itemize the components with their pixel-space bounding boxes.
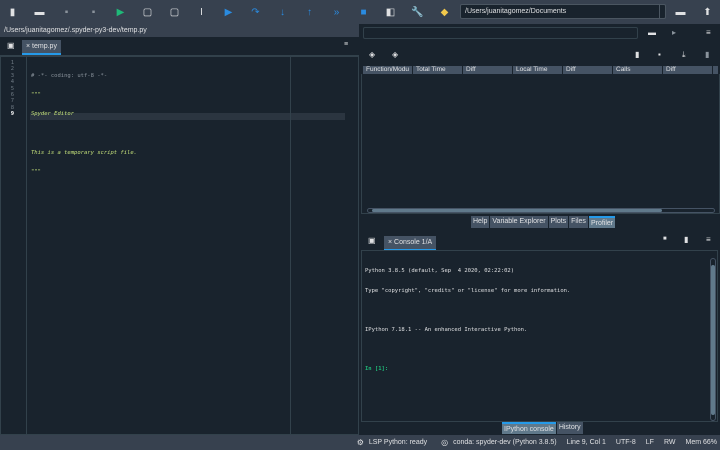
code-editor[interactable]: 1 2 3 4 5 6 7 8 9 # -*- coding: utf-8 -*… [0, 56, 359, 435]
editor-pane: /Users/juanitagomez/.spyder-py3-dev/temp… [0, 24, 359, 435]
memory-usage: Mem 66% [685, 439, 717, 446]
console-output[interactable]: Python 3.8.5 (default, Sep 4 2020, 02:22… [361, 250, 718, 422]
browse-folder-icon[interactable]: ▬ [674, 6, 687, 19]
horizontal-scrollbar[interactable] [367, 208, 715, 213]
step-into-icon[interactable]: ↓ [276, 6, 289, 19]
tab-temp-py[interactable]: × temp.py [22, 40, 61, 55]
maximize-pane-icon[interactable]: ◧ [384, 6, 397, 19]
options-menu-icon[interactable]: ≡ [706, 28, 711, 37]
editor-tabbar: ▣ × temp.py ≡ [0, 37, 359, 56]
column-header[interactable]: Local Time [513, 66, 563, 74]
vertical-scrollbar[interactable] [710, 258, 716, 421]
console-line: Python 3.8.5 (default, Sep 4 2020, 02:22… [365, 268, 515, 274]
run-cell-advance-icon[interactable]: ▢ [168, 6, 181, 19]
python-path-icon[interactable]: ◆ [438, 6, 451, 19]
code-line: This is a temporary script file. [31, 149, 137, 156]
file-encoding: UTF-8 [615, 439, 636, 446]
file-permissions: RW [663, 439, 676, 446]
select-file-icon[interactable]: ▬ [648, 28, 656, 37]
working-directory-input[interactable]: /Users/juanitagomez/Documents [460, 4, 666, 19]
lsp-icon: ⚙ [356, 438, 364, 447]
ipython-console-pane: ▣ × Console 1/A ■ ▮ ≡ Python 3.8.5 (defa… [361, 230, 720, 435]
tab-help[interactable]: Help [471, 216, 490, 228]
status-bar: ⚙ LSP Python: ready ◎ conda: spyder-dev … [0, 435, 720, 450]
tab-files[interactable]: Files [569, 216, 588, 228]
run-profiler-icon[interactable]: ▸ [672, 28, 676, 37]
top-pane-tabs: Help Variable Explorer Plots Files Profi… [471, 216, 616, 228]
cwd-value: /Users/juanitagomez/Documents [465, 8, 567, 15]
expand-icon[interactable]: ◈ [369, 50, 375, 59]
tab-variable-explorer[interactable]: Variable Explorer [490, 216, 548, 228]
conda-env-status[interactable]: conda: spyder-dev (Python 3.8.5) [453, 439, 557, 446]
continue-icon[interactable]: » [330, 6, 343, 19]
new-file-icon[interactable]: ▮ [6, 6, 19, 19]
clear-console-icon[interactable]: ▮ [684, 235, 688, 244]
chevron-down-icon[interactable] [659, 5, 665, 18]
save-all-icon[interactable]: ▪ [87, 6, 100, 19]
preferences-icon[interactable]: 🔧 [411, 6, 424, 19]
tab-profiler[interactable]: Profiler [588, 216, 616, 228]
scrollbar-thumb[interactable] [372, 209, 662, 212]
code-line: # -*- coding: utf-8 -*- [31, 72, 108, 79]
line-number-gutter: 1 2 3 4 5 6 7 8 9 [1, 57, 27, 434]
console-prompt: In [1]: [365, 365, 389, 372]
file-path: /Users/juanitagomez/.spyder-py3-dev/temp… [0, 24, 359, 37]
code-line: Spyder Editor [31, 111, 75, 118]
profiler-results[interactable] [361, 74, 720, 214]
eol-mode: LF [645, 439, 654, 446]
bottom-pane-tabs: IPython console History [502, 422, 584, 434]
conda-icon: ◎ [441, 438, 449, 447]
cursor-position: Line 9, Col 1 [566, 439, 606, 446]
console-line: Type "copyright", "credits" or "license"… [365, 287, 571, 294]
code-text: # -*- coding: utf-8 -*- """ Spyder Edito… [31, 60, 137, 188]
parent-directory-icon[interactable]: ⬆ [701, 6, 714, 19]
edge-line [290, 57, 291, 434]
run-selection-icon[interactable]: I [195, 6, 208, 19]
scrollbar-thumb[interactable] [711, 265, 715, 415]
column-header[interactable]: Diff [663, 66, 713, 74]
profile-file-combobox[interactable] [363, 27, 638, 39]
column-header[interactable]: Total Time [413, 66, 463, 74]
tab-history[interactable]: History [556, 422, 583, 434]
tab-plots[interactable]: Plots [548, 216, 569, 228]
options-menu-icon[interactable]: ≡ [706, 235, 711, 244]
tab-ipython-console[interactable]: IPython console [502, 422, 556, 434]
column-header[interactable]: Diff [463, 66, 513, 74]
tab-label: Console 1/A [394, 239, 433, 246]
stop-kernel-icon[interactable]: ■ [663, 236, 667, 242]
browse-tabs-icon[interactable]: ▣ [368, 236, 376, 245]
lsp-status[interactable]: LSP Python: ready [369, 439, 427, 446]
load-data-icon[interactable]: ▮ [635, 50, 639, 59]
run-cell-icon[interactable]: ▢ [141, 6, 154, 19]
tab-label: temp.py [32, 43, 57, 50]
run-icon[interactable]: ▶ [114, 6, 127, 19]
stop-icon[interactable]: ■ [357, 6, 370, 19]
console-line: IPython 7.18.1 -- An enhanced Interactiv… [365, 326, 528, 333]
code-line: """ [31, 92, 41, 99]
line-number-current: 9 [10, 111, 14, 118]
browse-tabs-icon[interactable]: ▣ [7, 41, 15, 50]
download-icon[interactable]: ⤓ [682, 50, 686, 60]
column-header[interactable]: Calls [613, 66, 663, 74]
profiler-table-header: Function/Modu Total Time Diff Local Time… [363, 66, 718, 74]
collapse-icon[interactable]: ◈ [392, 50, 398, 59]
column-header[interactable]: Function/Modu [363, 66, 413, 74]
save-data-icon[interactable]: ▪ [658, 50, 661, 59]
tab-console[interactable]: × Console 1/A [384, 236, 437, 251]
options-menu-icon[interactable]: ≡ [344, 41, 348, 48]
column-header[interactable]: Diff [563, 66, 613, 74]
debug-icon[interactable]: ▶ [222, 6, 235, 19]
step-return-icon[interactable]: ↑ [303, 6, 316, 19]
open-file-icon[interactable]: ▬ [33, 6, 46, 19]
code-line: """ [31, 168, 41, 175]
save-icon[interactable]: ▪ [60, 6, 73, 19]
profiler-pane: ▬ ▸ ≡ ◈ ◈ ▮ ▪ ⤓ ▮ Function/Modu Total Ti… [361, 24, 720, 229]
step-icon[interactable]: ↷ [249, 6, 262, 19]
clear-icon[interactable]: ▮ [705, 50, 709, 59]
